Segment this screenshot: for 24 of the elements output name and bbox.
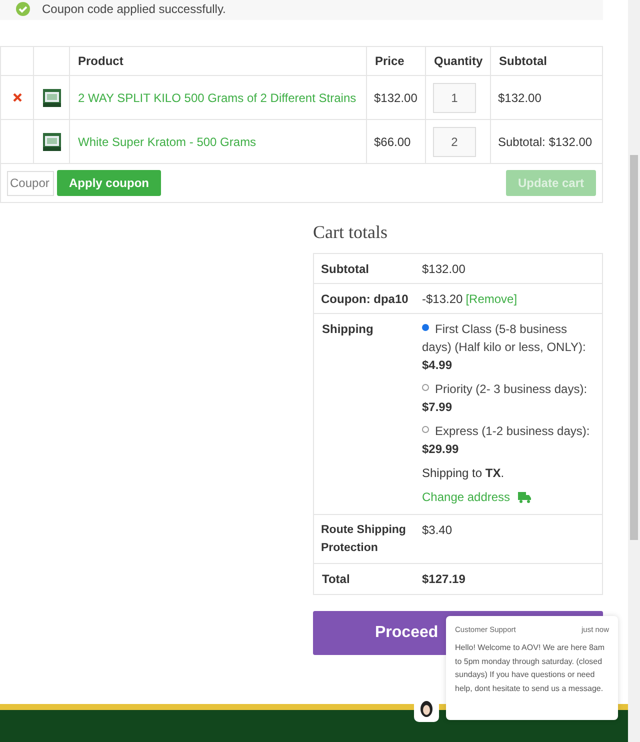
subtotal-cell-text: Subtotal: $132.00 (497, 134, 594, 150)
chat-message: Hello! Welcome to AOV! We are here 8am to 5pm monday through saturday. (closed sundays) If you have questions or need help, dont hesitate to send us a message. (455, 642, 606, 695)
row-value: $3.40 (421, 522, 454, 539)
column-header: Product (70, 47, 367, 75)
cart-totals-heading: Cart totals (313, 221, 388, 244)
column-header: Subtotal (498, 53, 548, 70)
price-cell: $132.00 (367, 76, 426, 119)
shipping-price: $4.99 (422, 357, 454, 374)
notice-text: Coupon code applied successfully. (42, 1, 226, 18)
row-label: Coupon: dpa10 (320, 290, 410, 308)
subtotal-cell-text: $132.00 (497, 90, 542, 106)
shipping-price: $29.99 (422, 441, 460, 458)
row-value: -$13.20 (422, 290, 463, 308)
column-header: Price (367, 47, 426, 75)
shipping-price: $7.99 (422, 399, 454, 416)
row-label: Shipping (321, 321, 374, 338)
row-label: Total (321, 571, 351, 588)
shipping-destination: Shipping to TX. (422, 465, 506, 482)
row-label: Subtotal (320, 260, 370, 278)
price-cell: $66.00 (367, 120, 426, 163)
row-value: $132.00 (422, 260, 466, 278)
column-header: Quantity (426, 47, 491, 75)
total-value: $127.19 (421, 571, 466, 588)
row-label: Route Shipping Protection (320, 523, 407, 556)
